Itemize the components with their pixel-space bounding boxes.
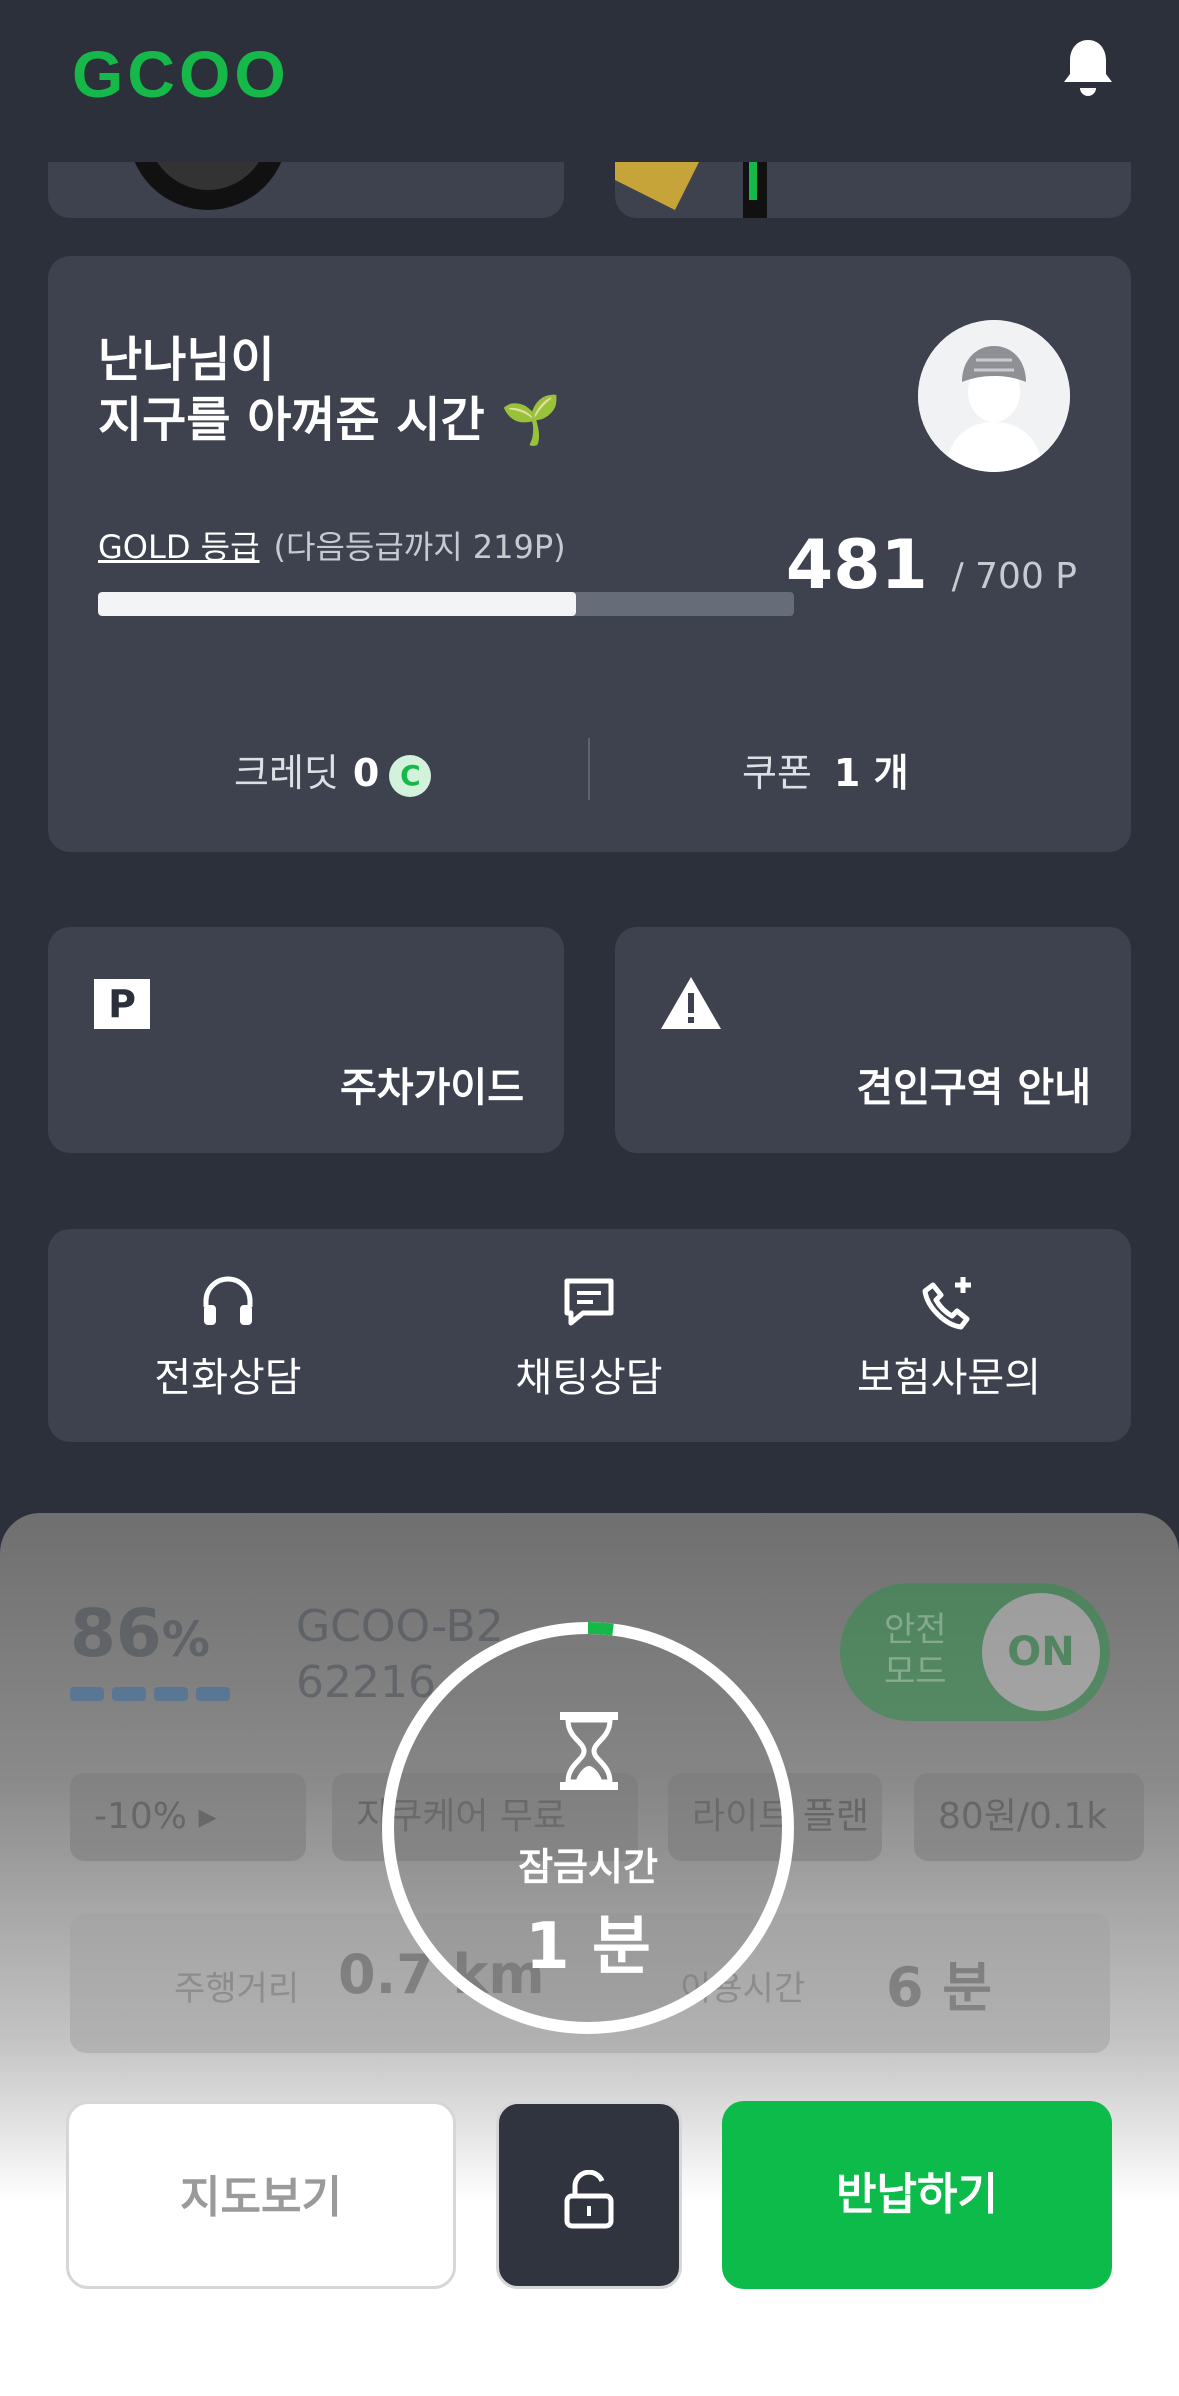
avatar[interactable] (918, 320, 1070, 472)
hourglass-icon (560, 1712, 618, 1790)
price-chip-label: 80원/0.1k (938, 1796, 1108, 1837)
points-progress-fill (98, 592, 577, 616)
return-button[interactable]: 반납하기 (722, 2101, 1112, 2289)
support-card: 전화상담 채팅상담 보험사문의 (48, 1229, 1131, 1442)
coupon-label: 쿠폰 (742, 751, 812, 795)
discount-chip-label: -10% (94, 1796, 188, 1837)
battery-value: 86 (70, 1595, 162, 1672)
gcoo-logo: GCOO (72, 37, 290, 111)
battery-bars (70, 1687, 230, 1701)
points-value: 481 (785, 526, 928, 605)
coupon-info[interactable]: 쿠폰 1 개 (742, 742, 909, 797)
tow-zone-card[interactable]: 견인구역 안내 (615, 927, 1131, 1153)
app-header: GCOO (0, 0, 1179, 162)
lock-timer-label: 잠금시간 (518, 1845, 658, 1889)
safe-mode-toggle[interactable]: 안전 모드 ON (840, 1583, 1110, 1721)
time-value: 6 분 (886, 1956, 993, 2019)
helmet-avatar-icon (918, 320, 1070, 472)
next-grade-text: (다음등급까지 219P) (273, 528, 566, 566)
parking-icon: P (94, 979, 150, 1029)
points-max: / 700 P (951, 556, 1077, 597)
coupon-value: 1 개 (833, 751, 909, 795)
unlock-button[interactable] (496, 2101, 682, 2289)
chat-consult-label: 채팅상담 (515, 1355, 663, 1401)
distance-label: 주행거리 (174, 1969, 300, 2009)
safe-mode-state: ON (982, 1593, 1100, 1711)
lock-timer-text: 잠금시간 1 분 (378, 1836, 798, 1987)
points-display: 481 / 700 P (786, 526, 1077, 605)
discount-chip[interactable]: -10% ▸ (70, 1773, 306, 1861)
grade-label[interactable]: GOLD 등급 (98, 528, 260, 566)
unlock-icon (564, 2169, 614, 2229)
divider (588, 738, 590, 800)
price-chip[interactable]: 80원/0.1k (914, 1773, 1144, 1861)
parking-guide-label: 주차가이드 (340, 1065, 524, 1111)
battery-level: 86% (70, 1595, 210, 1672)
points-progress-bar (98, 592, 794, 616)
warning-icon (661, 977, 721, 1029)
chat-consult-button[interactable]: 채팅상담 (439, 1273, 739, 1403)
credit-coin-icon: C (389, 754, 432, 797)
insurance-inquiry-button[interactable]: 보험사문의 (799, 1273, 1099, 1403)
greeting-line2: 지구를 아껴준 시간 🌱 (98, 392, 562, 448)
greeting: 난나님이 지구를 아껴준 시간 🌱 (98, 330, 561, 450)
credit-label: 크레딧 (234, 751, 339, 795)
insurance-inquiry-label: 보험사문의 (857, 1355, 1041, 1401)
credit-value: 0 (352, 751, 380, 795)
parking-guide-card[interactable]: P 주차가이드 (48, 927, 564, 1153)
greeting-line1: 난나님이 (98, 332, 275, 388)
grade-info[interactable]: GOLD 등급 (다음등급까지 219P) (98, 522, 566, 568)
view-map-button[interactable]: 지도보기 (66, 2101, 456, 2289)
tow-zone-label: 견인구역 안내 (856, 1065, 1091, 1111)
phone-consult-label: 전화상담 (154, 1355, 302, 1401)
bell-icon[interactable] (1060, 36, 1116, 100)
headset-icon (203, 1276, 253, 1325)
chat-icon (564, 1278, 614, 1326)
phone-consult-button[interactable]: 전화상담 (78, 1273, 378, 1403)
lock-timer-value: 1 분 (525, 1910, 651, 1984)
profile-card: 난나님이 지구를 아껴준 시간 🌱 GOLD 등급 (다음등급까지 219P) 4… (48, 256, 1131, 852)
safe-mode-label: 안전 모드 (884, 1610, 947, 1692)
battery-unit: % (161, 1612, 210, 1668)
phone-plus-icon (922, 1277, 971, 1330)
credit-info[interactable]: 크레딧 0 C (234, 742, 432, 797)
